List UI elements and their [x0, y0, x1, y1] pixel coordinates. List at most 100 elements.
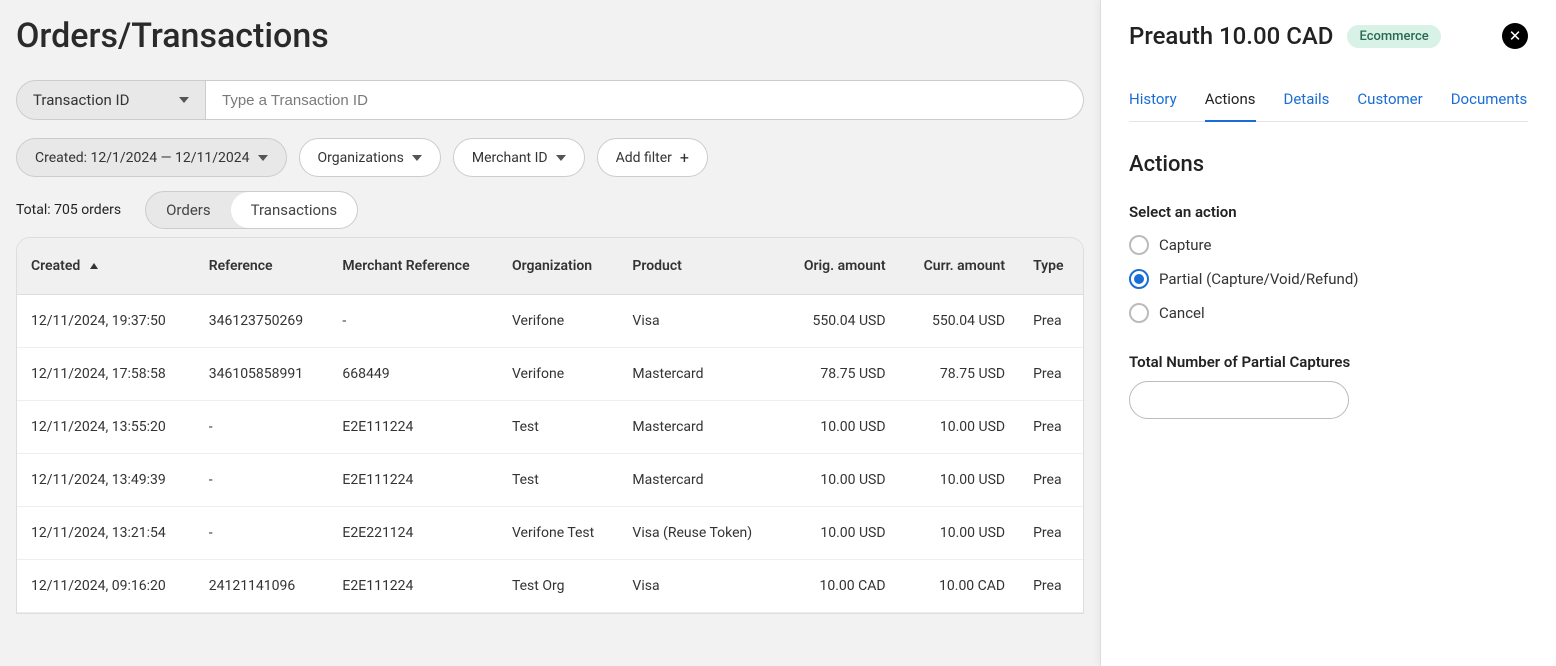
- cell-organization: Test: [498, 454, 618, 507]
- cell-type: Prea: [1019, 507, 1083, 560]
- partial-captures-label: Total Number of Partial Captures: [1129, 353, 1528, 371]
- radio-capture[interactable]: Capture: [1129, 235, 1528, 255]
- sort-asc-icon: [90, 263, 98, 269]
- cell-created: 12/11/2024, 17:58:58: [17, 348, 195, 401]
- cell-reference: -: [195, 507, 329, 560]
- col-curr-amount[interactable]: Curr. amount: [900, 238, 1020, 295]
- partial-captures-input[interactable]: [1129, 381, 1349, 419]
- filter-organizations-label: Organizations: [318, 150, 404, 166]
- cell-product: Visa (Reuse Token): [618, 507, 779, 560]
- table-row[interactable]: 12/11/2024, 17:58:58346105858991668449Ve…: [17, 348, 1083, 401]
- filter-date-label: Created: 12/1/2024 — 12/11/2024: [35, 150, 250, 166]
- panel-title: Preauth 10.00 CAD: [1129, 22, 1333, 50]
- cell-organization: Test: [498, 401, 618, 454]
- search-type-label: Transaction ID: [33, 91, 129, 109]
- cell-organization: Verifone: [498, 295, 618, 348]
- summary-row: Total: 705 orders Orders Transactions: [16, 191, 1084, 229]
- chevron-down-icon: [412, 155, 422, 161]
- panel-tabs: History Actions Details Customer Documen…: [1129, 90, 1528, 122]
- cell-product: Mastercard: [618, 348, 779, 401]
- cell-merchant-reference: -: [328, 295, 498, 348]
- radio-icon: [1129, 303, 1149, 323]
- cell-orig-amount: 10.00 CAD: [780, 560, 900, 613]
- search-type-select[interactable]: Transaction ID: [16, 80, 206, 120]
- cell-product: Visa: [618, 295, 779, 348]
- cell-reference: 24121141096: [195, 560, 329, 613]
- close-button[interactable]: ✕: [1502, 23, 1528, 49]
- filter-organizations-chip[interactable]: Organizations: [299, 138, 441, 177]
- cell-reference: -: [195, 454, 329, 507]
- cell-organization: Verifone: [498, 348, 618, 401]
- plus-icon: +: [680, 148, 689, 167]
- cell-type: Prea: [1019, 401, 1083, 454]
- col-reference[interactable]: Reference: [195, 238, 329, 295]
- close-icon: ✕: [1509, 29, 1522, 44]
- cell-curr-amount: 10.00 USD: [900, 507, 1020, 560]
- tab-orders[interactable]: Orders: [146, 192, 231, 228]
- cell-orig-amount: 10.00 USD: [780, 507, 900, 560]
- cell-merchant-reference: E2E111224: [328, 560, 498, 613]
- col-merchant-reference[interactable]: Merchant Reference: [328, 238, 498, 295]
- radio-cancel[interactable]: Cancel: [1129, 303, 1528, 323]
- table-row[interactable]: 12/11/2024, 19:37:50346123750269-Verifon…: [17, 295, 1083, 348]
- action-radio-group: Capture Partial (Capture/Void/Refund) Ca…: [1129, 235, 1528, 323]
- col-organization[interactable]: Organization: [498, 238, 618, 295]
- radio-icon-selected: [1129, 269, 1149, 289]
- panel-tab-details[interactable]: Details: [1284, 90, 1330, 121]
- filter-merchant-chip[interactable]: Merchant ID: [453, 138, 585, 177]
- col-created[interactable]: Created: [17, 238, 195, 295]
- radio-icon: [1129, 235, 1149, 255]
- transactions-table: Created Reference Merchant Reference Org…: [17, 238, 1083, 613]
- cell-created: 12/11/2024, 13:55:20: [17, 401, 195, 454]
- panel-tab-history[interactable]: History: [1129, 90, 1177, 121]
- cell-product: Visa: [618, 560, 779, 613]
- cell-reference: -: [195, 401, 329, 454]
- filter-date-chip[interactable]: Created: 12/1/2024 — 12/11/2024: [16, 138, 287, 177]
- tab-transactions[interactable]: Transactions: [231, 192, 358, 228]
- cell-reference: 346123750269: [195, 295, 329, 348]
- col-created-label: Created: [31, 258, 80, 274]
- total-count: Total: 705 orders: [16, 202, 121, 218]
- detail-panel: Preauth 10.00 CAD Ecommerce ✕ History Ac…: [1100, 0, 1556, 666]
- cell-product: Mastercard: [618, 454, 779, 507]
- panel-tab-customer[interactable]: Customer: [1357, 90, 1422, 121]
- chevron-down-icon: [556, 155, 566, 161]
- panel-tab-documents[interactable]: Documents: [1451, 90, 1528, 121]
- table-row[interactable]: 12/11/2024, 13:49:39-E2E111224TestMaster…: [17, 454, 1083, 507]
- panel-tab-actions[interactable]: Actions: [1205, 90, 1256, 122]
- cell-orig-amount: 550.04 USD: [780, 295, 900, 348]
- table-row[interactable]: 12/11/2024, 13:21:54-E2E221124Verifone T…: [17, 507, 1083, 560]
- main-content: Orders/Transactions Transaction ID Creat…: [0, 0, 1100, 614]
- cell-orig-amount: 10.00 USD: [780, 454, 900, 507]
- cell-type: Prea: [1019, 454, 1083, 507]
- add-filter-button[interactable]: Add filter +: [597, 138, 708, 177]
- view-tabs: Orders Transactions: [145, 191, 358, 229]
- filter-bar: Created: 12/1/2024 — 12/11/2024 Organiza…: [16, 138, 1084, 177]
- search-input[interactable]: [206, 80, 1084, 120]
- cell-type: Prea: [1019, 295, 1083, 348]
- transactions-table-wrap: Created Reference Merchant Reference Org…: [16, 237, 1084, 614]
- cell-organization: Verifone Test: [498, 507, 618, 560]
- col-orig-amount[interactable]: Orig. amount: [780, 238, 900, 295]
- cell-organization: Test Org: [498, 560, 618, 613]
- cell-merchant-reference: E2E111224: [328, 454, 498, 507]
- cell-curr-amount: 10.00 USD: [900, 401, 1020, 454]
- chevron-down-icon: [179, 97, 189, 103]
- radio-partial[interactable]: Partial (Capture/Void/Refund): [1129, 269, 1528, 289]
- panel-header: Preauth 10.00 CAD Ecommerce ✕: [1129, 22, 1528, 50]
- col-product[interactable]: Product: [618, 238, 779, 295]
- table-row[interactable]: 12/11/2024, 13:55:20-E2E111224TestMaster…: [17, 401, 1083, 454]
- cell-merchant-reference: E2E111224: [328, 401, 498, 454]
- cell-curr-amount: 10.00 USD: [900, 454, 1020, 507]
- cell-orig-amount: 78.75 USD: [780, 348, 900, 401]
- cell-reference: 346105858991: [195, 348, 329, 401]
- table-row[interactable]: 12/11/2024, 09:16:2024121141096E2E111224…: [17, 560, 1083, 613]
- table-header-row: Created Reference Merchant Reference Org…: [17, 238, 1083, 295]
- filter-merchant-label: Merchant ID: [472, 150, 548, 166]
- cell-orig-amount: 10.00 USD: [780, 401, 900, 454]
- col-type[interactable]: Type: [1019, 238, 1083, 295]
- cell-created: 12/11/2024, 13:21:54: [17, 507, 195, 560]
- cell-product: Mastercard: [618, 401, 779, 454]
- cell-curr-amount: 10.00 CAD: [900, 560, 1020, 613]
- cell-curr-amount: 550.04 USD: [900, 295, 1020, 348]
